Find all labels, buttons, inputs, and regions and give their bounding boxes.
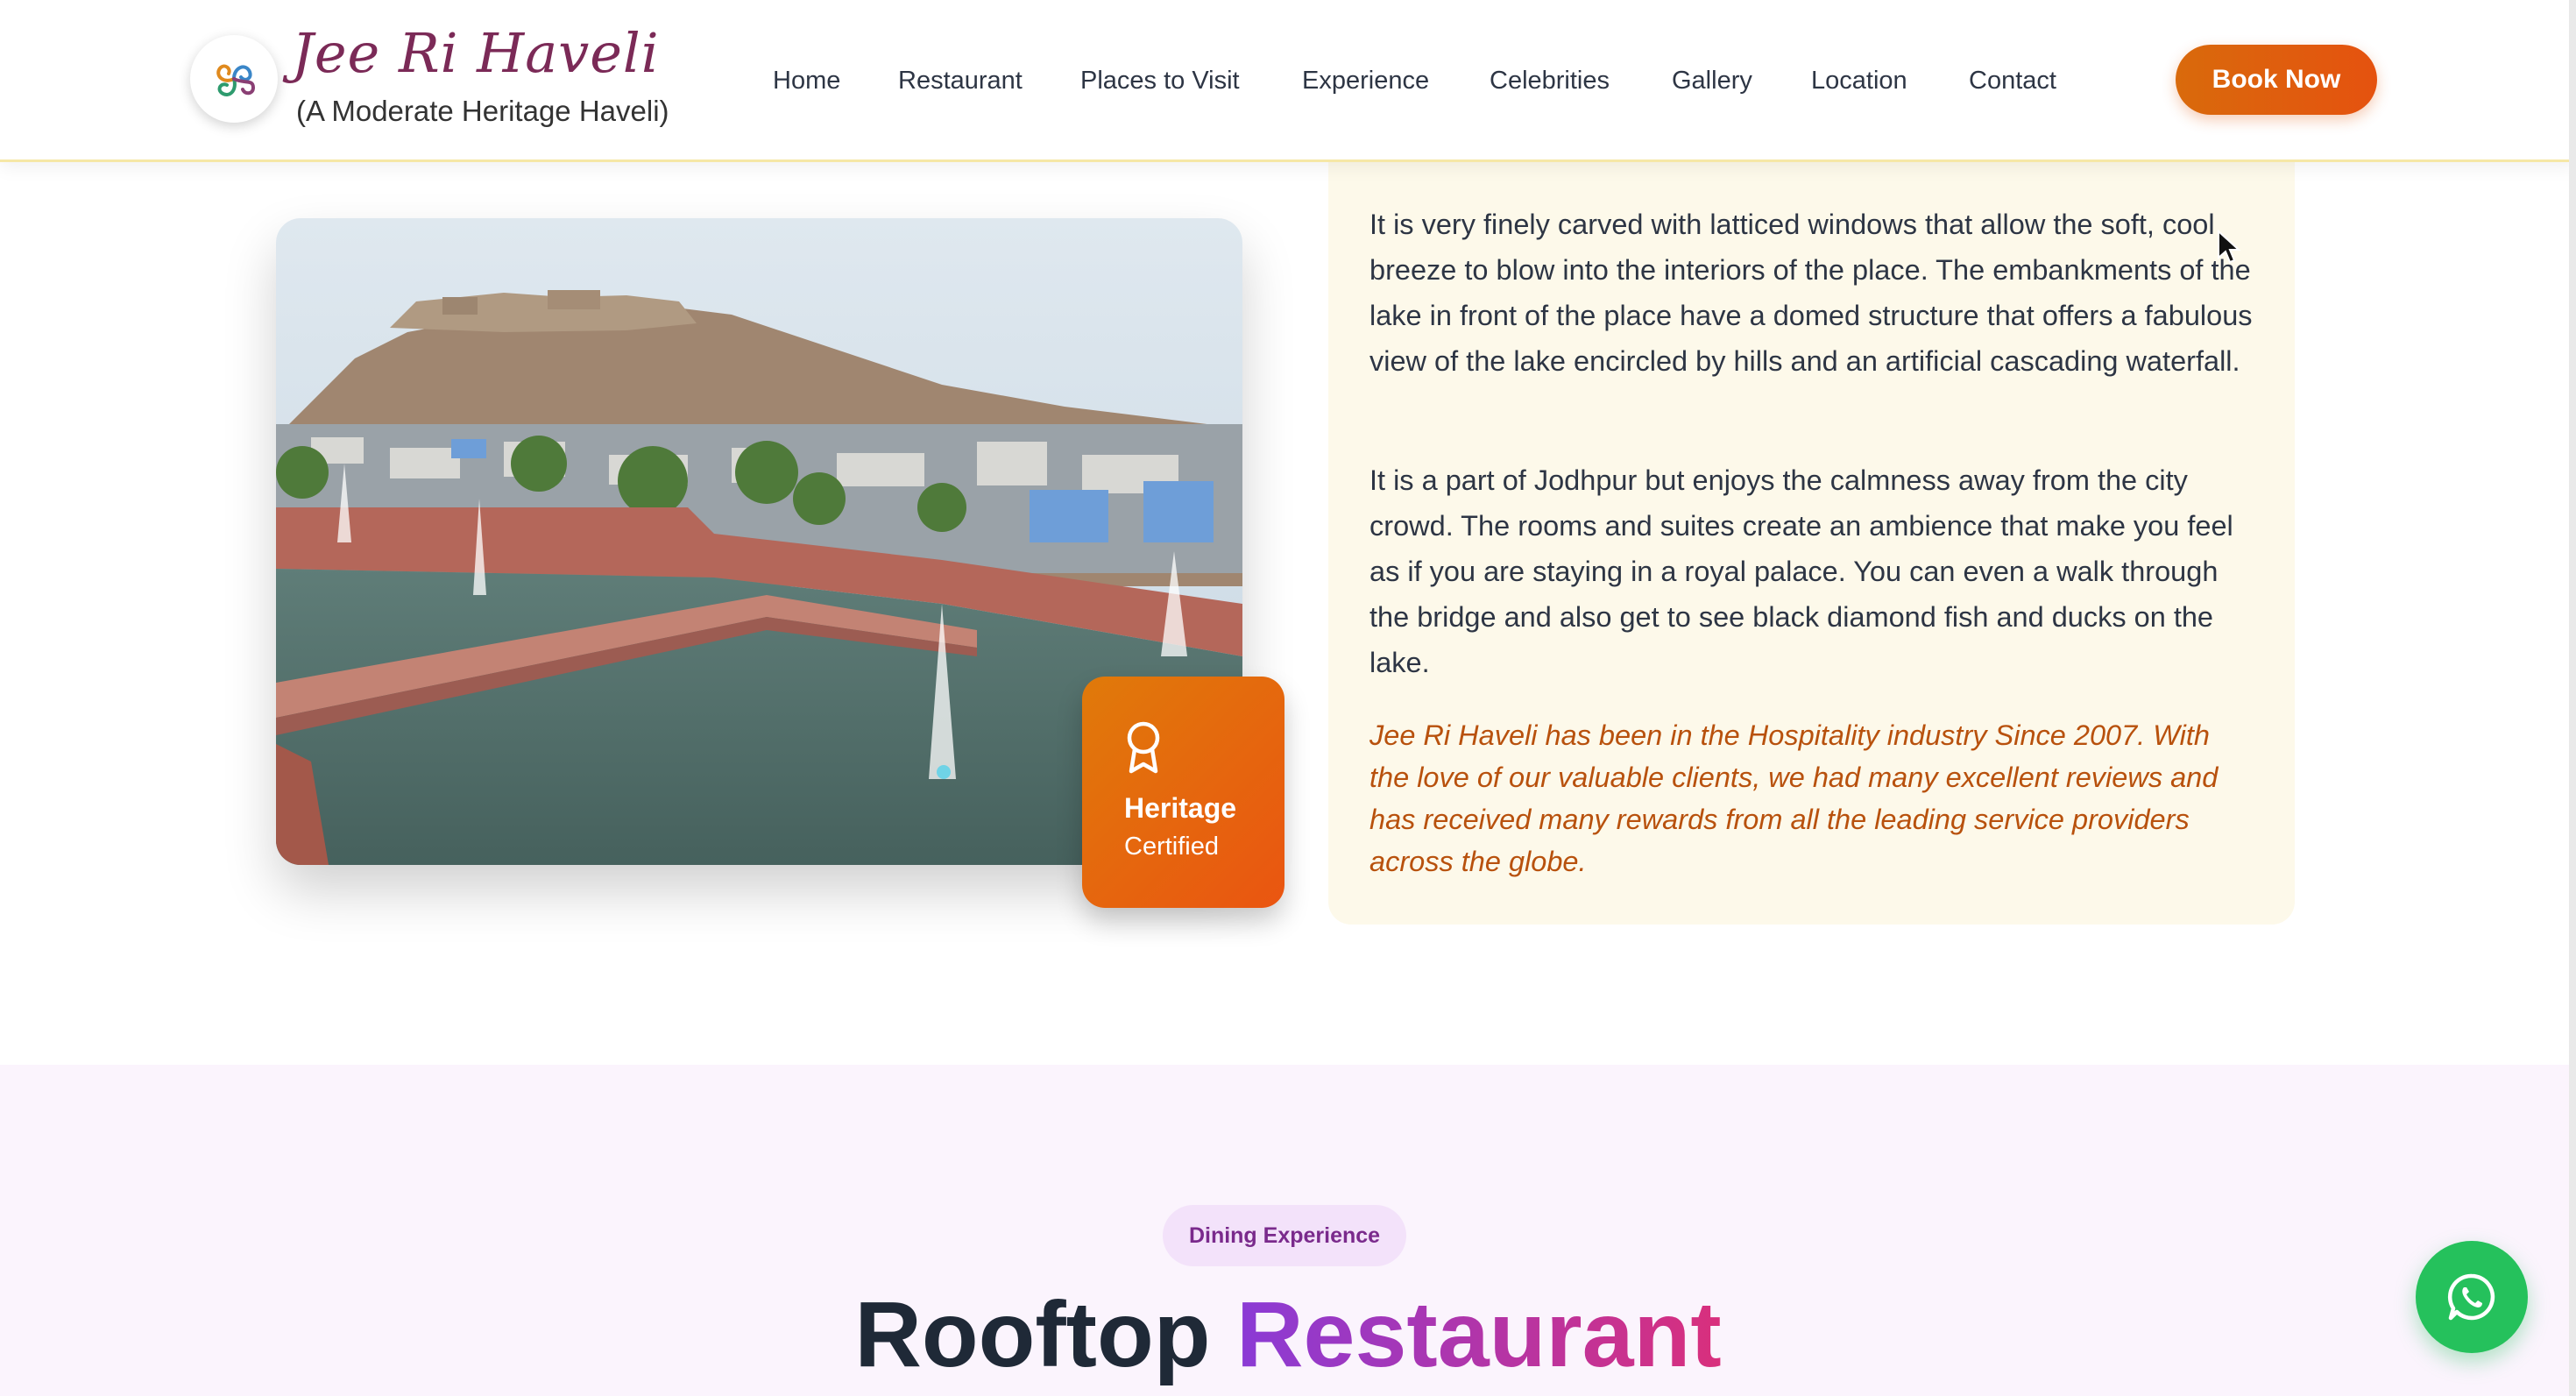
nav-home[interactable]: Home (773, 63, 840, 98)
nav-restaurant[interactable]: Restaurant (898, 63, 1023, 98)
nav-gallery[interactable]: Gallery (1672, 63, 1752, 98)
award-ribbon-icon (1127, 721, 1160, 774)
nav-contact[interactable]: Contact (1969, 63, 2056, 98)
nav-celebrities[interactable]: Celebrities (1490, 63, 1610, 98)
whatsapp-icon (2447, 1273, 2495, 1321)
heading-rooftop: Rooftop (854, 1283, 1211, 1386)
heading-restaurant: Restaurant (1235, 1283, 1722, 1386)
mouse-cursor-icon (2218, 230, 2241, 264)
logo-subtitle: (A Moderate Heritage Haveli) (296, 95, 669, 127)
nav-places-to-visit[interactable]: Places to Visit (1080, 63, 1240, 98)
scrollbar-edge (2569, 0, 2576, 1396)
nav-location[interactable]: Location (1811, 63, 1907, 98)
dining-experience-pill: Dining Experience (1163, 1205, 1406, 1266)
about-highlight-quote: Jee Ri Haveli has been in the Hospitalit… (1369, 719, 2219, 877)
section-heading: Rooftop Restaurant (0, 1278, 2576, 1392)
about-paragraph-1: It is very finely carved with latticed w… (1369, 209, 2253, 377)
badge-subtitle: Certified (1124, 833, 1219, 861)
nav-experience[interactable]: Experience (1302, 63, 1429, 98)
book-now-button[interactable]: Book Now (2176, 45, 2377, 115)
site-header: Jee Ri Haveli (A Moderate Heritage Havel… (0, 0, 2576, 162)
badge-title: Heritage (1124, 792, 1237, 824)
whatsapp-button[interactable] (2416, 1241, 2528, 1353)
heritage-certified-badge: Heritage Certified (1082, 677, 1284, 908)
about-paragraph-2: It is a part of Jodhpur but enjoys the c… (1369, 464, 2233, 678)
